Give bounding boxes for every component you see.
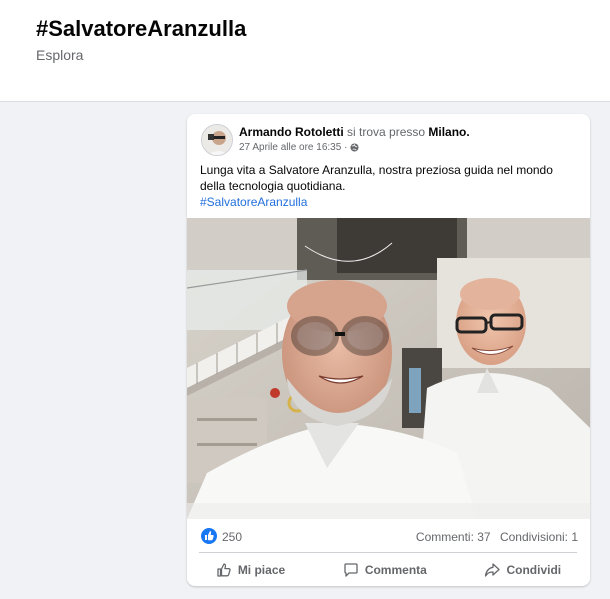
divider: [199, 552, 577, 553]
selfie-photo[interactable]: [187, 218, 590, 519]
post-hashtag-link[interactable]: #SalvatoreAranzulla: [200, 194, 578, 210]
like-label: Mi piace: [237, 563, 286, 577]
comment-icon: [344, 563, 358, 577]
comments-count[interactable]: Commenti: 37: [416, 530, 491, 544]
like-button[interactable]: Mi piace: [202, 558, 299, 582]
author-name[interactable]: Armando Rotoletti: [239, 125, 344, 139]
post-meta: 27 Aprile alle ore 16:35 ·: [239, 142, 359, 153]
like-reaction-icon[interactable]: [201, 528, 217, 544]
page-subtitle: Esplora: [36, 47, 84, 63]
engagement-counts: Commenti: 37 Condivisioni: 1: [416, 530, 578, 544]
hashtag-header: #SalvatoreAranzulla Esplora: [0, 0, 610, 102]
shares-count[interactable]: Condivisioni: 1: [500, 530, 578, 544]
globe-icon: [350, 143, 359, 152]
comment-label: Commenta: [364, 563, 427, 577]
post-text: Lunga vita a Salvatore Aranzulla, nostra…: [200, 162, 578, 210]
post-body: Lunga vita a Salvatore Aranzulla, nostra…: [200, 163, 553, 193]
post-header: Armando Rotoletti si trova presso Milano…: [187, 114, 590, 160]
location-link[interactable]: Milano.: [428, 125, 469, 139]
share-icon: [485, 563, 501, 577]
share-button[interactable]: Condividi: [470, 558, 575, 582]
avatar[interactable]: [201, 124, 233, 156]
share-label: Condividi: [506, 563, 562, 577]
post-stats: 250 Commenti: 37 Condivisioni: 1: [187, 522, 590, 550]
post-timestamp[interactable]: 27 Aprile alle ore 16:35 ·: [239, 142, 347, 153]
comment-button[interactable]: Commenta: [329, 558, 441, 582]
thumbs-up-icon: [217, 563, 231, 577]
post-card: Armando Rotoletti si trova presso Milano…: [187, 114, 590, 586]
location-prefix: si trova presso: [347, 125, 426, 139]
reactions-count[interactable]: 250: [222, 530, 242, 544]
author-line: Armando Rotoletti si trova presso Milano…: [239, 125, 470, 139]
page-title: #SalvatoreAranzulla: [36, 16, 247, 41]
post-actions: Mi piace Commenta Condividi: [187, 554, 590, 586]
